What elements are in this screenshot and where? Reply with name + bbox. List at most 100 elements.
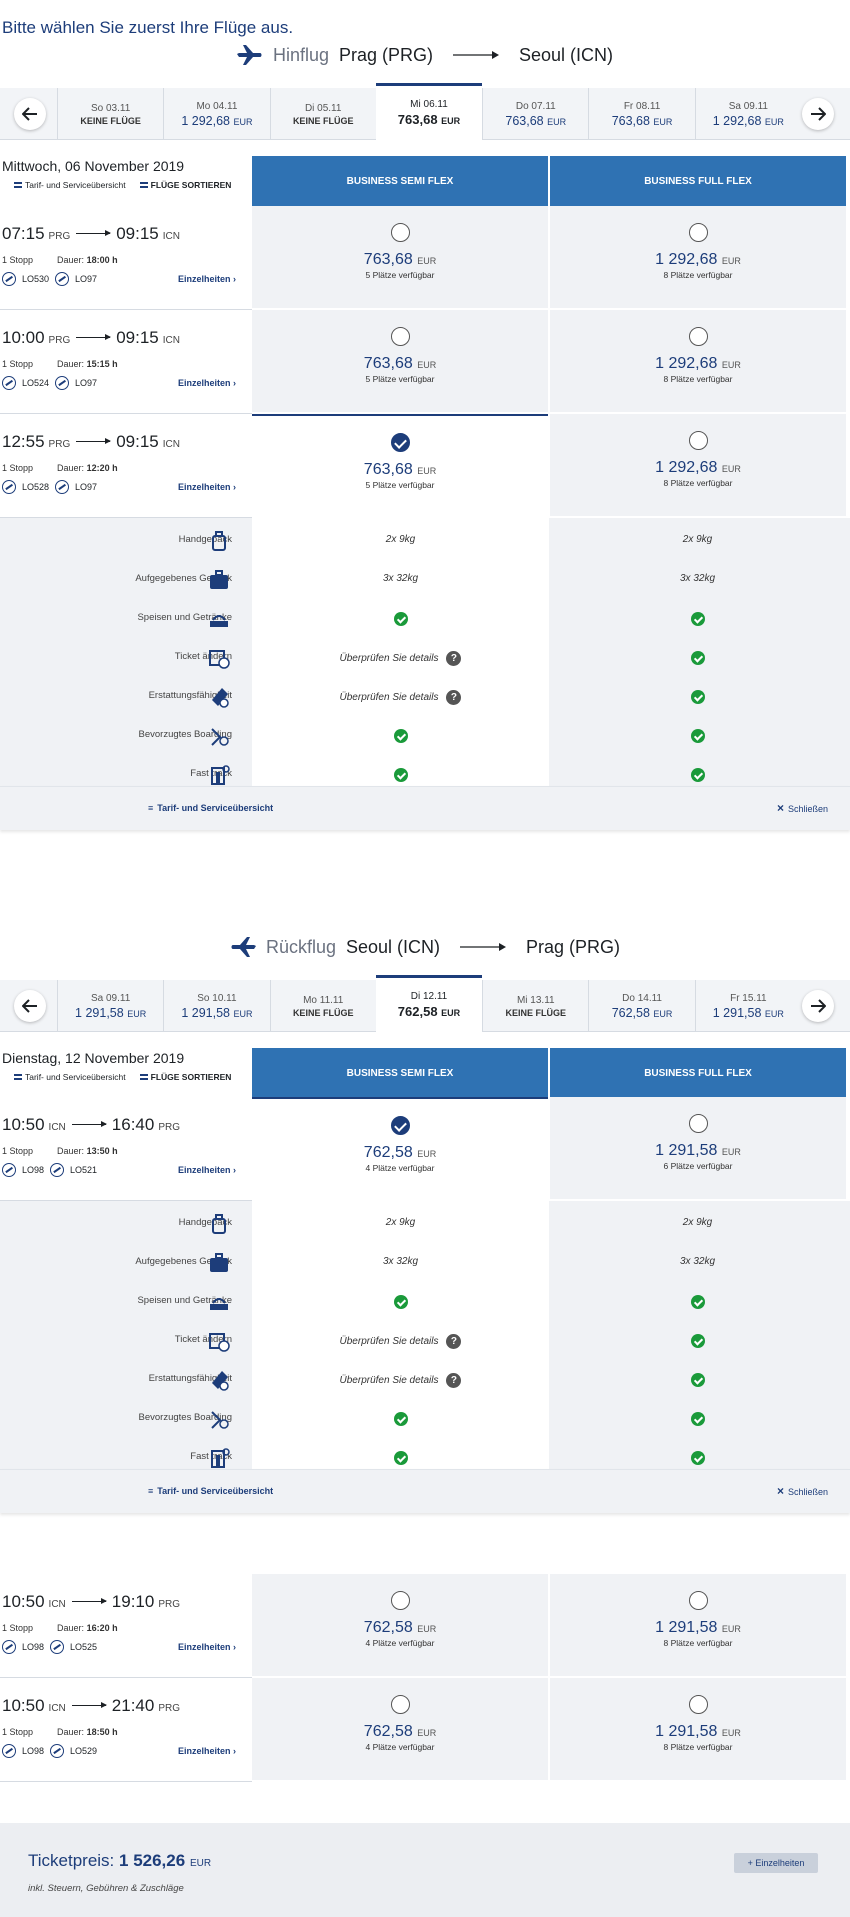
fare-overview-link[interactable]: Tarif- und Serviceübersicht — [14, 1072, 126, 1082]
help-icon[interactable]: ? — [446, 1373, 462, 1388]
fare-overview-link[interactable]: Tarif- und Serviceübersicht — [14, 180, 126, 190]
date-option[interactable]: Do 14.11 762,58 EUR — [588, 980, 694, 1032]
date-option[interactable]: Di 12.11 762,58 EUR — [375, 975, 483, 1032]
fare-radio[interactable] — [390, 1695, 410, 1714]
fare-option-full[interactable]: 1 292,68 EUR 8 Plätze verfügbar — [550, 310, 846, 414]
seats-available: 5 Plätze verfügbar — [365, 270, 435, 280]
flight-details-link[interactable]: Einzelheiten › — [178, 1642, 236, 1652]
sort-flights-button[interactable]: FLÜGE SORTIEREN — [139, 1072, 231, 1082]
check-circle-icon — [393, 1451, 408, 1465]
date-option[interactable]: So 03.11 KEINE FLÜGE — [57, 88, 163, 140]
fare-option-full[interactable]: 1 291,58 EUR 8 Plätze verfügbar — [550, 1678, 846, 1782]
close-icon: × — [776, 1484, 784, 1498]
flight-details-link[interactable]: Einzelheiten › — [178, 482, 236, 492]
departure-time: 10:50 — [2, 1592, 45, 1611]
departure-time: 10:50 — [2, 1696, 45, 1715]
help-icon[interactable]: ? — [446, 690, 462, 705]
amenity-value-semi: 2x 9kg — [252, 534, 549, 545]
fare-radio[interactable] — [688, 1114, 708, 1133]
fare-radio[interactable] — [688, 1591, 708, 1610]
fare-overview-link[interactable]: ≡ Tarif- und Serviceübersicht — [148, 1486, 273, 1496]
fare-radio[interactable] — [390, 1116, 410, 1135]
date-option[interactable]: Sa 09.11 1 292,68 EUR — [694, 88, 801, 140]
fare-radio[interactable] — [390, 223, 410, 242]
fare-radio[interactable] — [390, 433, 410, 452]
date-option[interactable]: Mi 06.11 763,68 EUR — [375, 83, 483, 140]
date-option[interactable]: Mo 11.11 KEINE FLÜGE — [269, 980, 376, 1032]
close-panel-button[interactable]: × Schließen — [777, 801, 828, 815]
price-details-button[interactable]: + Einzelheiten — [734, 1853, 818, 1873]
intro-text: Bitte wählen Sie zuerst Ihre Flüge aus. — [2, 18, 294, 37]
fare-option-semi[interactable]: 763,68 EUR 5 Plätze verfügbar — [252, 414, 548, 518]
fare-radio[interactable] — [688, 1695, 708, 1714]
flight-details-link[interactable]: Einzelheiten › — [178, 1165, 236, 1175]
help-icon[interactable]: ? — [446, 1334, 462, 1349]
date-option[interactable]: Mo 04.11 1 292,68 EUR — [163, 88, 269, 140]
fare-option-full[interactable]: 1 292,68 EUR 8 Plätze verfügbar — [550, 206, 846, 310]
fare-option-full[interactable]: 1 292,68 EUR 8 Plätze verfügbar — [550, 414, 846, 518]
fare-price-currency: EUR — [417, 360, 437, 370]
duration-value: 12:20 h — [86, 463, 118, 473]
amenity-text: 3x 32kg — [382, 573, 419, 584]
fare-radio[interactable] — [688, 327, 708, 346]
seats-available: 8 Plätze verfügbar — [663, 478, 733, 488]
fare-radio[interactable] — [390, 1591, 410, 1610]
amenity-row: Ticket ändern Überprüfen Sie details? — [0, 1322, 850, 1361]
fare-option-full[interactable]: 1 291,58 EUR 8 Plätze verfügbar — [550, 1574, 846, 1678]
fast-track-icon — [211, 1448, 230, 1468]
fare-option-semi[interactable]: 762,58 EUR 4 Plätze verfügbar — [252, 1097, 548, 1201]
fare-option-semi[interactable]: 763,68 EUR 5 Plätze verfügbar — [252, 206, 548, 310]
arrow-right-icon — [453, 51, 500, 59]
date-price-amount: 1 291,58 — [712, 1005, 762, 1020]
next-dates-button[interactable] — [802, 98, 834, 130]
flight-meta: 1 Stopp Dauer: 18:50 h — [2, 1727, 118, 1737]
date-option[interactable]: Mi 13.11 KEINE FLÜGE — [482, 980, 588, 1032]
date-option[interactable]: Sa 09.11 1 291,58 EUR — [57, 980, 163, 1032]
arrival-time: 09:15 — [116, 328, 159, 347]
flight-row: 10:50 ICN 21:40 PRG 1 Stopp Dauer: 18:50 h LO9… — [0, 1678, 252, 1782]
date-selector: Sa 09.11 1 291,58 EUR So 10.11 1 291,58 EUR… — [0, 975, 850, 1032]
amenity-row: Speisen und Getränke — [0, 1283, 850, 1322]
date-price-currency: EUR — [764, 116, 784, 127]
carry-on-bag-icon — [212, 1214, 226, 1234]
fare-option-semi[interactable]: 762,58 EUR 4 Plätze verfügbar — [252, 1574, 548, 1678]
amenity-value-semi — [252, 729, 549, 743]
prev-dates-button[interactable] — [14, 990, 46, 1022]
fare-price: 1 291,58 EUR — [655, 1723, 741, 1741]
duration-label: Dauer: — [57, 463, 85, 473]
flight-times: 10:00 PRG 09:15 ICN — [2, 328, 180, 348]
departure-time: 07:15 — [2, 224, 45, 243]
amenity-value-full: 2x 9kg — [549, 1217, 846, 1228]
sort-flights-button[interactable]: FLÜGE SORTIEREN — [139, 180, 231, 190]
amenity-row: Aufgegebenes Gepäck 3x 32kg 3x 32kg — [0, 1244, 850, 1283]
fare-option-semi[interactable]: 762,58 EUR 4 Plätze verfügbar — [252, 1678, 548, 1782]
fare-overview-link[interactable]: ≡ Tarif- und Serviceübersicht — [148, 803, 273, 813]
seats-available: 8 Plätze verfügbar — [663, 1742, 733, 1752]
date-option[interactable]: Do 07.11 763,68 EUR — [482, 88, 588, 140]
prev-dates-button[interactable] — [14, 98, 46, 130]
help-icon[interactable]: ? — [446, 651, 462, 666]
flight-details-link[interactable]: Einzelheiten › — [178, 274, 236, 284]
fare-option-semi[interactable]: 763,68 EUR 5 Plätze verfügbar — [252, 310, 548, 414]
date-option[interactable]: Di 05.11 KEINE FLÜGE — [269, 88, 376, 140]
date-option[interactable]: Fr 08.11 763,68 EUR — [588, 88, 694, 140]
date-label: Do 07.11 — [515, 100, 556, 112]
date-price: 763,68 EUR — [398, 112, 460, 127]
fare-radio[interactable] — [688, 431, 708, 450]
fare-option-full[interactable]: 1 291,58 EUR 6 Plätze verfügbar — [550, 1097, 846, 1201]
fare-price-currency: EUR — [721, 1728, 741, 1738]
close-panel-button[interactable]: × Schließen — [777, 1484, 828, 1498]
departure-airport: PRG — [48, 231, 71, 242]
next-dates-button[interactable] — [802, 990, 834, 1022]
plane-icon — [231, 937, 256, 957]
flight-details-link[interactable]: Einzelheiten › — [178, 378, 236, 388]
date-option[interactable]: So 10.11 1 291,58 EUR — [163, 980, 269, 1032]
flight-details-link[interactable]: Einzelheiten › — [178, 1746, 236, 1756]
flight-numbers: LO98 LO525 — [2, 1640, 97, 1654]
fare-radio[interactable] — [688, 223, 708, 242]
date-option[interactable]: Fr 15.11 1 291,58 EUR — [694, 980, 801, 1032]
flight-number: LO525 — [70, 1642, 98, 1652]
fare-price: 762,58 EUR — [364, 1723, 436, 1741]
fare-radio[interactable] — [390, 327, 410, 346]
flight-row: 10:50 ICN 19:10 PRG 1 Stopp Dauer: 16:20 h LO9… — [0, 1574, 252, 1678]
